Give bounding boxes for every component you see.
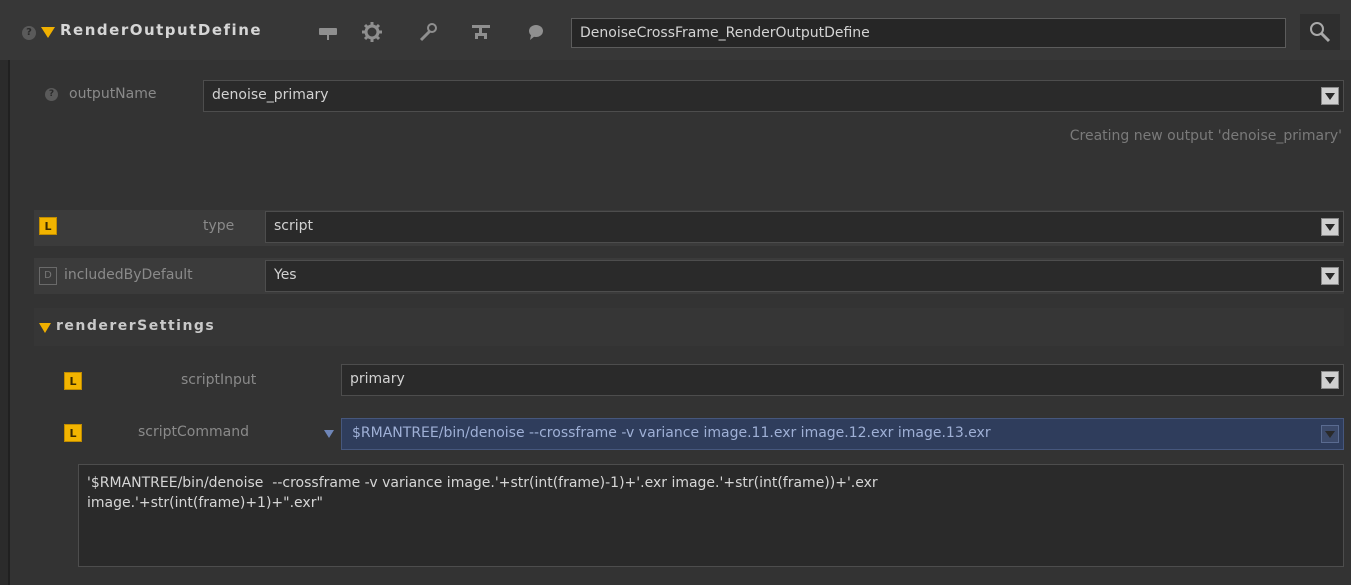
- expand-expression-icon[interactable]: [324, 430, 334, 438]
- script-command-label: scriptCommand: [138, 424, 249, 440]
- output-name-combo[interactable]: denoise_primary: [203, 80, 1344, 112]
- type-dropdown-icon[interactable]: [1321, 218, 1339, 236]
- search-icon[interactable]: [1300, 14, 1340, 50]
- included-by-default-label: includedByDefault: [64, 267, 193, 283]
- script-command-expression-editor[interactable]: '$RMANTREE/bin/denoise --crossframe -v v…: [78, 464, 1344, 567]
- renderer-settings-header[interactable]: [34, 308, 1344, 346]
- gear-icon[interactable]: [360, 21, 384, 48]
- output-status-text: Creating new output 'denoise_primary': [1069, 128, 1342, 144]
- included-by-default-combo[interactable]: Yes: [265, 260, 1344, 292]
- included-by-default-value: Yes: [274, 267, 297, 283]
- lock-badge-icon[interactable]: L: [39, 217, 57, 235]
- lock-badge-icon[interactable]: L: [64, 372, 82, 390]
- node-name-input[interactable]: DenoiseCrossFrame_RenderOutputDefine: [571, 18, 1286, 48]
- included-by-default-dropdown-icon[interactable]: [1321, 267, 1339, 285]
- collapse-triangle-icon[interactable]: [39, 323, 51, 333]
- collapse-triangle-icon[interactable]: [41, 27, 55, 38]
- help-icon[interactable]: ?: [22, 26, 36, 40]
- script-input-label: scriptInput: [181, 372, 257, 388]
- renderer-settings-title: rendererSettings: [56, 318, 216, 334]
- help-icon[interactable]: ?: [45, 88, 58, 101]
- output-name-dropdown-icon[interactable]: [1321, 87, 1339, 105]
- node-type-title: RenderOutputDefine: [60, 21, 263, 39]
- comment-icon[interactable]: [524, 22, 548, 47]
- type-combo[interactable]: script: [265, 211, 1344, 243]
- hierarchy-icon[interactable]: [469, 22, 493, 47]
- output-name-label: outputName: [69, 86, 157, 102]
- type-label: type: [203, 218, 235, 234]
- script-command-dropdown-icon[interactable]: [1321, 425, 1339, 443]
- default-badge-icon[interactable]: D: [39, 267, 57, 285]
- pin-icon[interactable]: [316, 22, 340, 47]
- script-input-combo[interactable]: primary: [341, 364, 1344, 396]
- script-input-value: primary: [350, 371, 405, 387]
- script-command-evaluated: $RMANTREE/bin/denoise --crossframe -v va…: [352, 425, 991, 441]
- output-name-value: denoise_primary: [212, 87, 329, 103]
- type-value: script: [274, 218, 314, 234]
- script-input-dropdown-icon[interactable]: [1321, 371, 1339, 389]
- script-command-field[interactable]: $RMANTREE/bin/denoise --crossframe -v va…: [341, 418, 1344, 450]
- wrench-icon[interactable]: [416, 21, 440, 48]
- lock-badge-icon[interactable]: L: [64, 424, 82, 442]
